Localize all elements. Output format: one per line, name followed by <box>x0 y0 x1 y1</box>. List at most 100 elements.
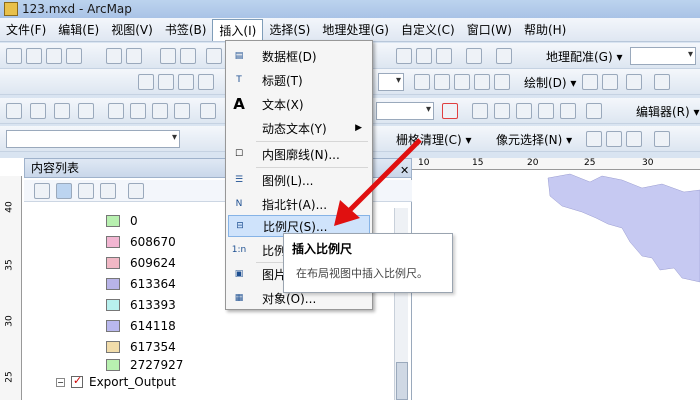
change-layout-icon[interactable] <box>454 74 470 90</box>
menu-bar: 文件(F) 编辑(E) 视图(V) 书签(B) 插入(I) 选择(S) 地理处理… <box>0 18 700 42</box>
delete-icon[interactable] <box>174 103 190 119</box>
pixel-tool-2-icon[interactable] <box>606 131 622 147</box>
scale-combo[interactable] <box>376 102 434 120</box>
menu-geoprocessing[interactable]: 地理处理(G) <box>316 19 395 41</box>
legend-item[interactable]: 614118 <box>106 317 176 335</box>
legend-item[interactable]: 608670 <box>106 233 176 251</box>
legend-item[interactable]: 0 <box>106 212 138 230</box>
save-icon[interactable] <box>54 103 70 119</box>
copy-icon[interactable] <box>130 103 146 119</box>
legend-item[interactable]: 609624 <box>106 254 176 272</box>
focus-frame-icon[interactable] <box>434 74 450 90</box>
menu-help[interactable]: 帮助(H) <box>518 19 572 41</box>
georeferencing-label[interactable]: 地理配准(G) ▾ <box>546 48 623 65</box>
model-builder-icon[interactable] <box>586 103 602 119</box>
new-document-icon[interactable] <box>6 103 22 119</box>
legend-item[interactable]: 617354 <box>106 338 176 356</box>
zoom-in-icon[interactable] <box>6 48 22 64</box>
open-icon[interactable] <box>30 103 46 119</box>
menu-bookmarks[interactable]: 书签(B) <box>159 19 213 41</box>
menu-item-text[interactable]: A 文本(X) <box>228 93 370 115</box>
catalog-icon[interactable] <box>494 103 510 119</box>
layout-view[interactable]: 10 15 20 25 30 <box>412 158 700 400</box>
zoom-percent-combo[interactable] <box>378 73 404 91</box>
forward-icon[interactable] <box>180 48 196 64</box>
layout-pan-icon[interactable] <box>178 74 194 90</box>
list-by-source-icon[interactable] <box>56 183 72 199</box>
select-features-icon[interactable] <box>206 48 222 64</box>
legend-label: 613393 <box>130 298 176 312</box>
layer-combo[interactable] <box>630 47 696 65</box>
layer-visibility-checkbox[interactable] <box>71 374 83 388</box>
collapse-toggle-icon[interactable]: − <box>56 377 65 387</box>
picture-icon: ▣ <box>234 269 244 279</box>
back-icon[interactable] <box>160 48 176 64</box>
layout-extra-icon[interactable] <box>494 74 510 90</box>
pixel-tool-3-icon[interactable] <box>626 131 642 147</box>
find-icon[interactable] <box>396 48 412 64</box>
measure-icon[interactable] <box>416 48 432 64</box>
list-by-visibility-icon[interactable] <box>78 183 94 199</box>
menu-item-dynamic-text[interactable]: 动态文本(Y) ▶ <box>228 117 370 139</box>
legend-label: 613364 <box>130 277 176 291</box>
raster-cleanup-label[interactable]: 栅格清理(C) ▾ <box>396 131 472 148</box>
legend-item[interactable]: 613393 <box>106 296 176 314</box>
fixed-zoom-out-icon[interactable] <box>126 48 142 64</box>
close-icon[interactable]: ✕ <box>400 164 409 177</box>
menu-edit[interactable]: 编辑(E) <box>52 19 105 41</box>
search-window-icon[interactable] <box>516 103 532 119</box>
layer-row-export-output[interactable]: − Export_Output <box>56 374 176 389</box>
legend-item[interactable]: 613364 <box>106 275 176 293</box>
python-icon[interactable] <box>560 103 576 119</box>
menu-item-north-arrow[interactable]: N 指北针(A)... <box>228 193 370 215</box>
menu-customize[interactable]: 自定义(C) <box>395 19 461 41</box>
hyperlink-icon[interactable] <box>436 48 452 64</box>
pixel-selection-label[interactable]: 像元选择(N) ▾ <box>496 131 572 148</box>
cut-icon[interactable] <box>108 103 124 119</box>
rectangle-icon[interactable] <box>654 74 670 90</box>
layer-name: Export_Output <box>89 375 176 389</box>
menu-item-neatline[interactable]: ☐ 内图廓线(N)... <box>228 143 370 165</box>
full-extent-icon[interactable] <box>66 48 82 64</box>
menu-view[interactable]: 视图(V) <box>105 19 159 41</box>
zoom-out-icon[interactable] <box>26 48 42 64</box>
menu-file[interactable]: 文件(F) <box>0 19 52 41</box>
data-driven-pages-icon[interactable] <box>474 74 490 90</box>
layout-tool-icon[interactable] <box>414 74 430 90</box>
menu-windows[interactable]: 窗口(W) <box>461 19 518 41</box>
menu-item-data-frame[interactable]: ▤ 数据框(D) <box>228 45 370 67</box>
legend-swatch <box>106 278 120 290</box>
tooltip-title: 插入比例尺 <box>292 242 353 256</box>
pixel-add-icon[interactable] <box>654 131 670 147</box>
menu-item-legend[interactable]: ☰ 图例(L)... <box>228 169 370 191</box>
rotate-icon[interactable] <box>602 74 618 90</box>
layer-target-combo[interactable] <box>6 130 180 148</box>
layout-zoom-out-icon[interactable] <box>158 74 174 90</box>
list-by-drawing-order-icon[interactable] <box>34 183 50 199</box>
neatline-icon: ☐ <box>234 149 244 159</box>
select-elements-icon[interactable] <box>582 74 598 90</box>
table-of-contents-icon[interactable] <box>472 103 488 119</box>
scroll-thumb[interactable] <box>396 362 408 400</box>
paste-icon[interactable] <box>152 103 168 119</box>
layout-zoom-in-icon[interactable] <box>138 74 154 90</box>
menu-selection[interactable]: 选择(S) <box>263 19 316 41</box>
fixed-zoom-in-icon[interactable] <box>106 48 122 64</box>
shape-icon[interactable] <box>626 74 642 90</box>
editor-menu-label[interactable]: 编辑器(R) ▾ <box>636 103 700 120</box>
options-icon[interactable] <box>128 183 144 199</box>
pixel-tool-icon[interactable] <box>586 131 602 147</box>
print-icon[interactable] <box>78 103 94 119</box>
legend-item[interactable]: 2727927 <box>106 356 183 374</box>
draw-menu-label[interactable]: 绘制(D) ▾ <box>524 74 576 91</box>
menu-insert[interactable]: 插入(I) <box>212 18 264 41</box>
editor-toolbar-icon[interactable] <box>442 103 458 119</box>
editor-icon[interactable] <box>496 48 512 64</box>
menu-item-title[interactable]: T 标题(T) <box>228 69 370 91</box>
zoom-whole-page-icon[interactable] <box>198 74 214 90</box>
list-by-selection-icon[interactable] <box>100 183 116 199</box>
pan-icon[interactable] <box>46 48 62 64</box>
time-slider-icon[interactable] <box>466 48 482 64</box>
arctoolbox-icon[interactable] <box>538 103 554 119</box>
undo-icon[interactable] <box>200 103 216 119</box>
